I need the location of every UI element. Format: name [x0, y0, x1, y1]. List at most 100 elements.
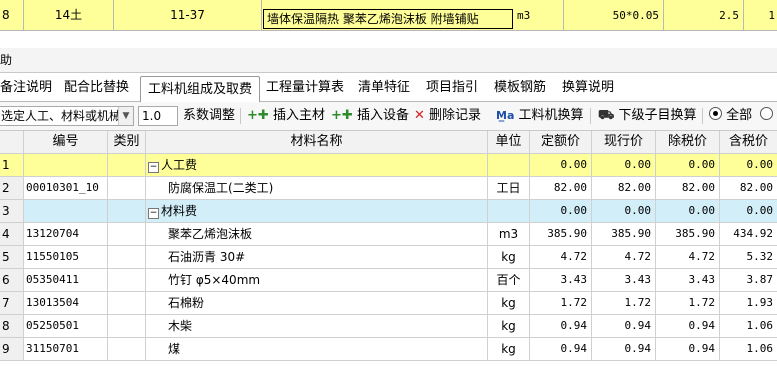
radio-unselected-icon[interactable] — [760, 107, 774, 120]
table-row[interactable]: 2 00010301_10 防腐保温工(二类工) 工日 82.00 82.00 82.00 8… — [0, 177, 777, 200]
code-cell[interactable]: 11550105 — [24, 246, 108, 268]
unit-cell[interactable] — [488, 154, 530, 176]
category-cell[interactable] — [108, 292, 146, 314]
tax-incl-price-cell[interactable]: 5.32 — [720, 246, 777, 268]
coefficient-adjust-button[interactable]: 系数调整 — [183, 102, 235, 130]
header-tax-incl-price[interactable]: 含税价 — [720, 131, 777, 153]
chevron-down-icon[interactable]: ▼ — [118, 107, 133, 125]
tab-mix-replace[interactable]: 配合比替换 — [64, 75, 134, 101]
table-row[interactable]: 7 13013504 石棉粉 kg 1.72 1.72 1.72 1.93 — [0, 292, 777, 315]
table-row[interactable]: 3− 材料费 0.00 0.00 0.00 0.00 — [0, 200, 777, 223]
table-row[interactable]: 6 05350411 竹钉 φ5×40mm 百个 3.43 3.43 3.43 3.87 — [0, 269, 777, 292]
material-name-cell[interactable]: 木柴 — [146, 315, 488, 337]
category-cell[interactable]: 14土 — [24, 0, 114, 30]
pre-tax-price-cell[interactable]: 0.00 — [656, 154, 720, 176]
unit-cell[interactable] — [488, 200, 530, 222]
current-price-cell[interactable]: 3.43 — [592, 269, 656, 291]
current-price-cell[interactable]: 82.00 — [592, 177, 656, 199]
material-name-cell[interactable]: 聚苯乙烯泡沫板 — [146, 223, 488, 245]
code-cell[interactable]: 11-37 — [114, 0, 262, 30]
tab-formwork-rebar[interactable]: 模板钢筋 — [494, 75, 550, 101]
tax-incl-price-cell[interactable]: 0.00 — [720, 154, 777, 176]
current-price-cell[interactable]: 1.72 — [592, 292, 656, 314]
insert-equipment-button[interactable]: +✚ 插入设备 — [331, 102, 409, 130]
table-row[interactable]: 8 05250501 木柴 kg 0.94 0.94 0.94 1.06 — [0, 315, 777, 338]
header-current-price[interactable]: 现行价 — [592, 131, 656, 153]
code-cell[interactable]: 00010301_10 — [24, 177, 108, 199]
quota-price-cell[interactable]: 0.00 — [530, 200, 592, 222]
header-pre-tax-price[interactable]: 除税价 — [656, 131, 720, 153]
upper-grid-selected-row[interactable]: 8 14土 11-37 墙体保温隔热 聚苯乙烯泡沫板 附墙铺贴 m3 50*0.… — [0, 0, 777, 31]
code-cell[interactable]: 05350411 — [24, 269, 108, 291]
tax-incl-price-cell[interactable]: 3.87 — [720, 269, 777, 291]
pre-tax-price-cell[interactable]: 82.00 — [656, 177, 720, 199]
current-price-cell[interactable]: 385.90 — [592, 223, 656, 245]
collapse-icon[interactable]: − — [148, 162, 159, 173]
pre-tax-price-cell[interactable]: 3.43 — [656, 269, 720, 291]
coefficient-input[interactable]: 1.0 — [138, 106, 178, 126]
quota-price-cell[interactable]: 385.90 — [530, 223, 592, 245]
category-cell[interactable] — [108, 338, 146, 360]
current-price-cell[interactable]: 0.94 — [592, 338, 656, 360]
header-category[interactable]: 类别 — [108, 131, 146, 153]
material-name-cell[interactable]: − 材料费 — [146, 200, 488, 222]
current-price-cell[interactable]: 0.94 — [592, 315, 656, 337]
collapse-icon[interactable]: − — [148, 208, 159, 219]
material-name-cell[interactable]: − 人工费 — [146, 154, 488, 176]
header-quota-price[interactable]: 定额价 — [530, 131, 592, 153]
name-cell[interactable]: 墙体保温隔热 聚苯乙烯泡沫板 附墙铺贴 — [263, 9, 513, 29]
code-cell[interactable] — [24, 154, 108, 176]
quota-price-cell[interactable]: 0.00 — [530, 154, 592, 176]
quota-price-cell[interactable]: 0.94 — [530, 338, 592, 360]
tab-quantity-calc[interactable]: 工程量计算表 — [266, 75, 352, 101]
category-cell[interactable] — [108, 223, 146, 245]
current-price-cell[interactable]: 0.00 — [592, 200, 656, 222]
pre-tax-price-cell[interactable]: 385.90 — [656, 223, 720, 245]
category-cell[interactable] — [108, 154, 146, 176]
radio-all[interactable]: 全部 — [709, 102, 774, 130]
tab-remarks[interactable]: 备注说明 — [0, 75, 52, 101]
tab-item-guide[interactable]: 项目指引 — [426, 75, 482, 101]
resource-filter-select[interactable]: 选定人工、材料或机械 ▼ — [0, 106, 134, 126]
code-cell[interactable] — [24, 200, 108, 222]
row-number[interactable]: 9 — [0, 338, 24, 360]
code-cell[interactable]: 13013504 — [24, 292, 108, 314]
table-row[interactable]: 5 11550105 石油沥青 30# kg 4.72 4.72 4.72 5.32 — [0, 246, 777, 269]
category-cell[interactable] — [108, 315, 146, 337]
unit-cell[interactable]: 百个 — [488, 269, 530, 291]
pre-tax-price-cell[interactable]: 0.94 — [656, 315, 720, 337]
material-name-cell[interactable]: 石油沥青 30# — [146, 246, 488, 268]
material-name-cell[interactable]: 防腐保温工(二类工) — [146, 177, 488, 199]
row-number[interactable]: 2 — [0, 177, 24, 199]
code-cell[interactable]: 05250501 — [24, 315, 108, 337]
quota-price-cell[interactable]: 4.72 — [530, 246, 592, 268]
delete-record-button[interactable]: ✕ 删除记录 — [414, 102, 481, 130]
splitter[interactable] — [0, 31, 777, 45]
header-code[interactable]: 编号 — [24, 131, 108, 153]
code-cell[interactable]: 31150701 — [24, 338, 108, 360]
tax-incl-price-cell[interactable]: 1.06 — [720, 338, 777, 360]
category-cell[interactable] — [108, 200, 146, 222]
tab-convert-notes[interactable]: 换算说明 — [562, 75, 622, 101]
tax-incl-price-cell[interactable]: 82.00 — [720, 177, 777, 199]
row-number[interactable]: 3 — [0, 200, 24, 222]
table-row[interactable]: 9 31150701 煤 kg 0.94 0.94 0.94 1.06 — [0, 338, 777, 361]
row-number[interactable]: 5 — [0, 246, 24, 268]
unit-cell[interactable]: m3 — [488, 223, 530, 245]
table-row[interactable]: 4 13120704 聚苯乙烯泡沫板 m3 385.90 385.90 385.90 434.… — [0, 223, 777, 246]
code-cell[interactable]: 13120704 — [24, 223, 108, 245]
pre-tax-price-cell[interactable]: 0.00 — [656, 200, 720, 222]
material-name-cell[interactable]: 竹钉 φ5×40mm — [146, 269, 488, 291]
current-price-cell[interactable]: 4.72 — [592, 246, 656, 268]
pre-tax-price-cell[interactable]: 1.72 — [656, 292, 720, 314]
sub-item-convert-button[interactable]: ⛟ 下级子目换算 — [598, 102, 697, 130]
unit-cell[interactable]: kg — [488, 246, 530, 268]
unit-cell[interactable]: m3 — [514, 0, 564, 30]
material-name-cell[interactable]: 煤 — [146, 338, 488, 360]
category-cell[interactable] — [108, 269, 146, 291]
tab-list-features[interactable]: 清单特征 — [358, 75, 418, 101]
extra-cell[interactable]: 1 — [744, 0, 777, 30]
tax-incl-price-cell[interactable]: 1.06 — [720, 315, 777, 337]
row-number[interactable]: 6 — [0, 269, 24, 291]
tab-labor-material[interactable]: 工料机组成及取费 — [140, 76, 260, 103]
